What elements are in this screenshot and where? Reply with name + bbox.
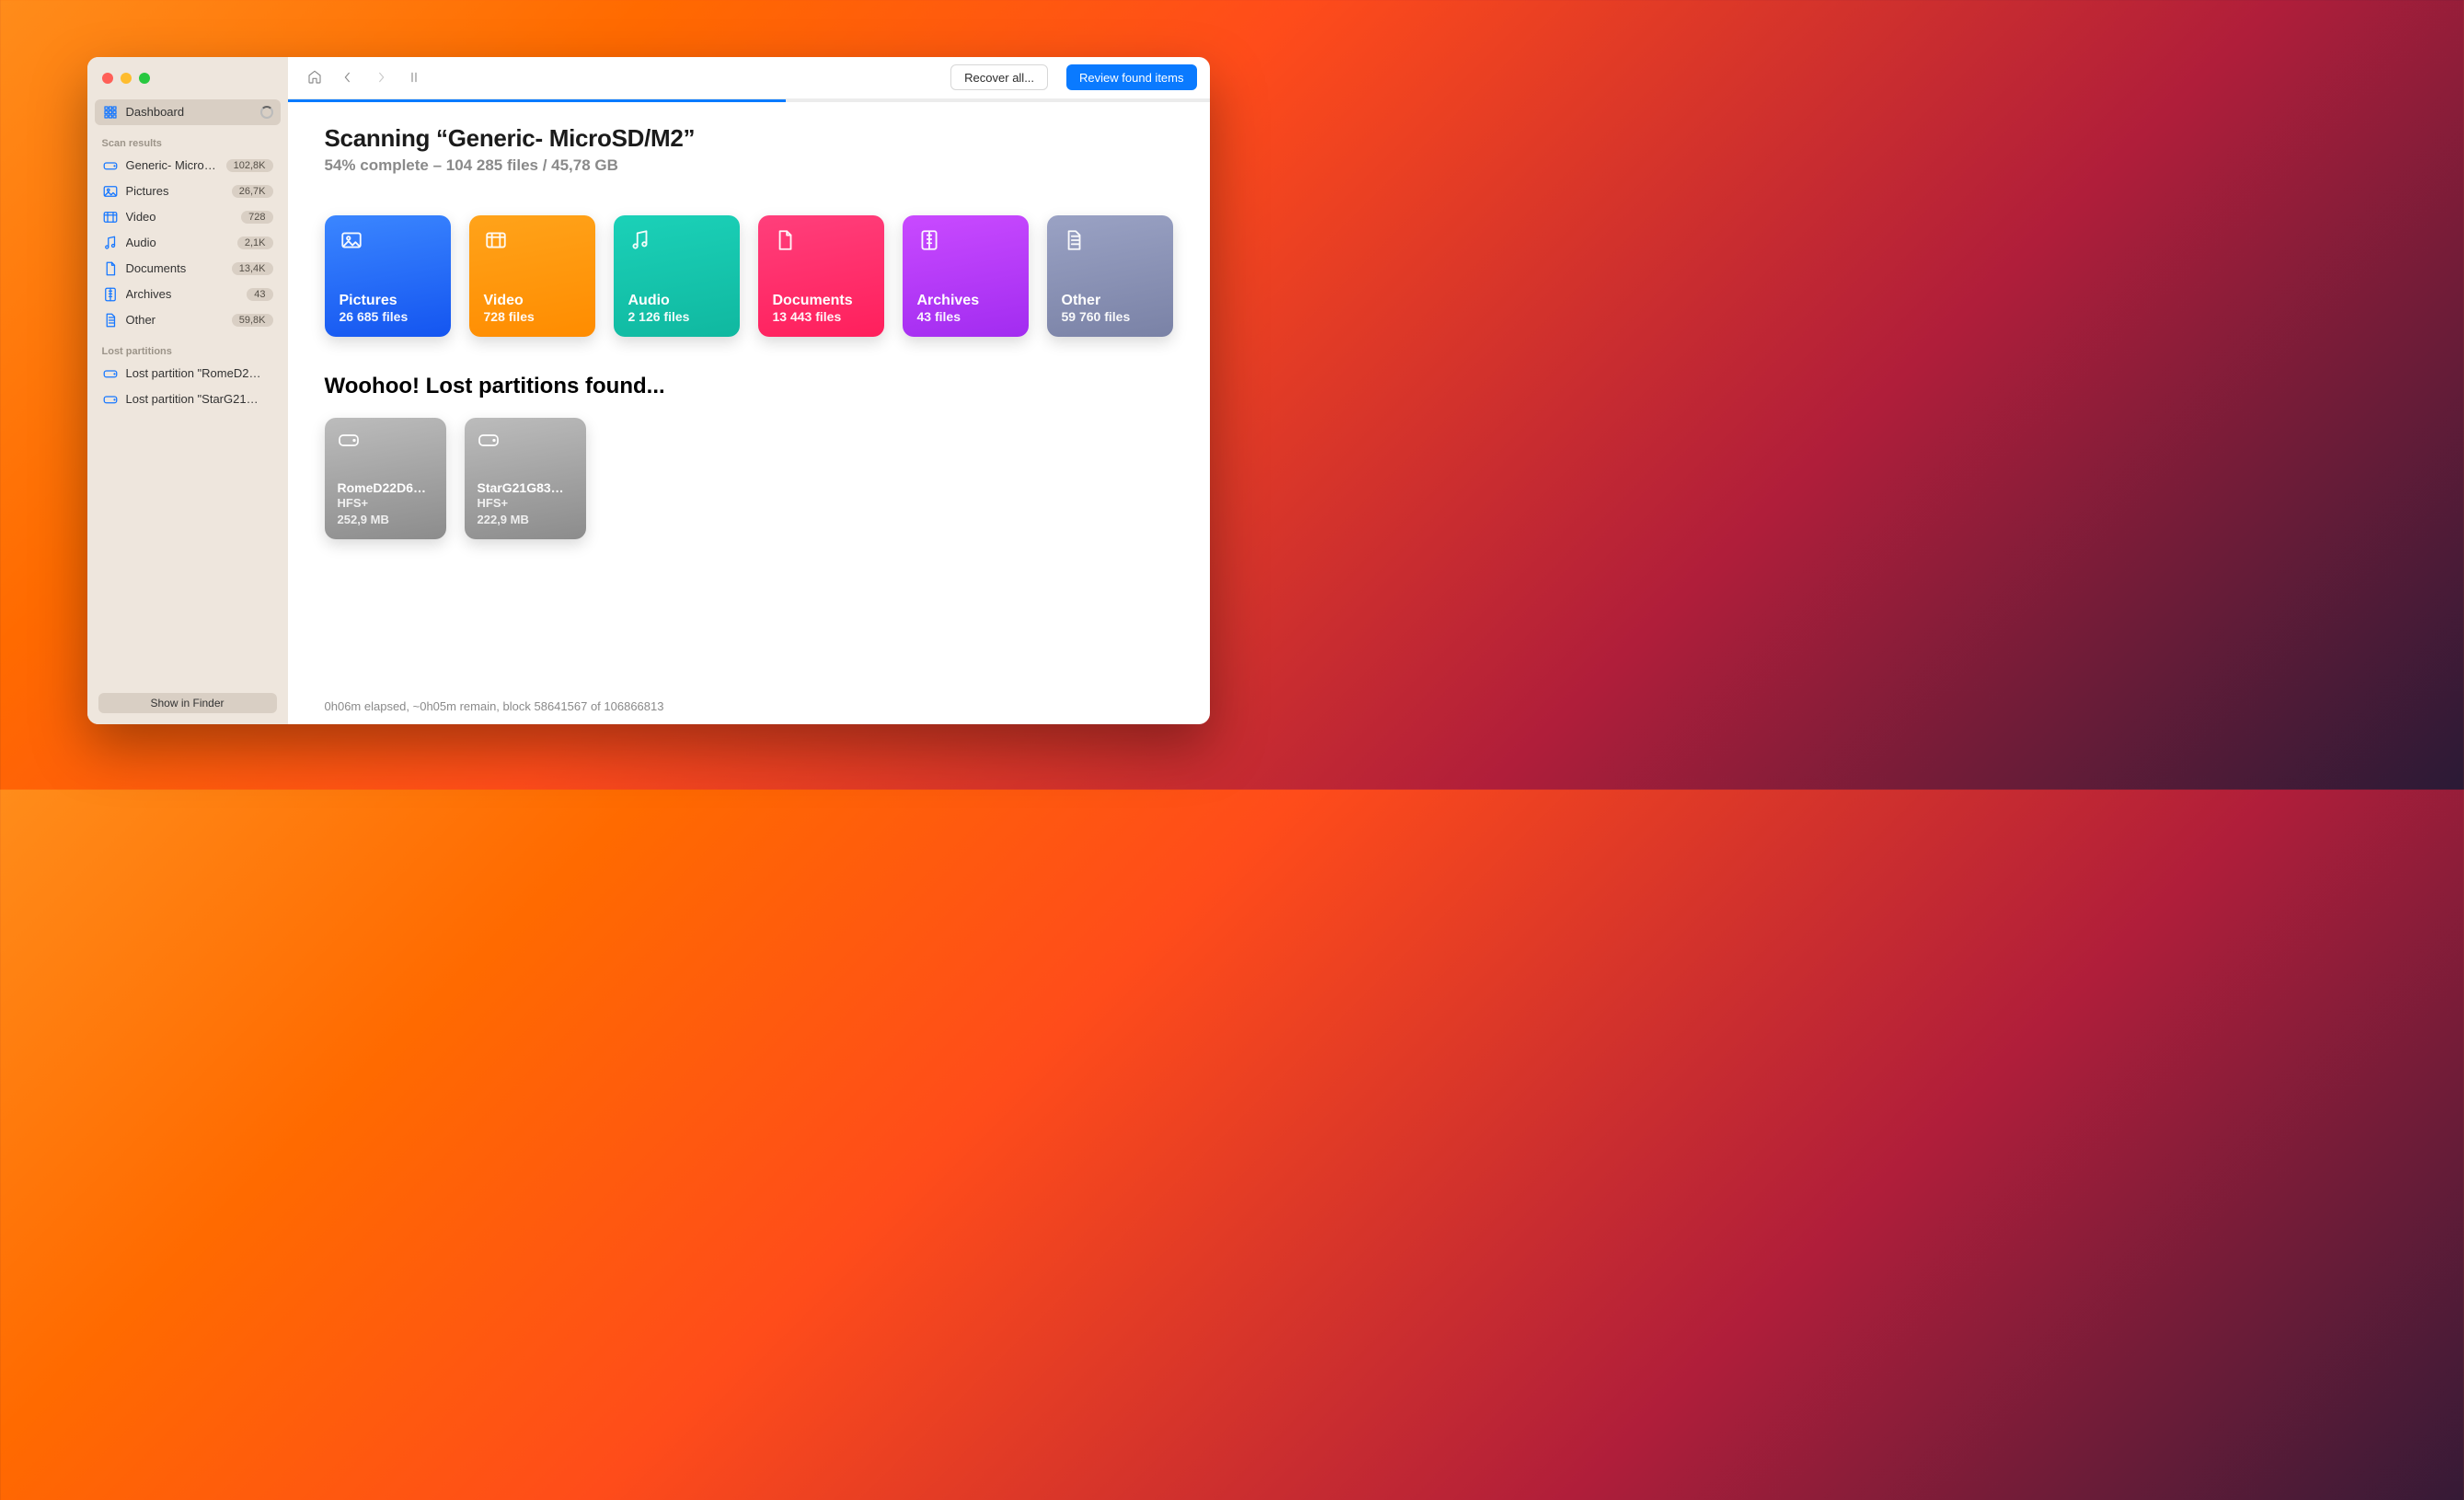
scan-progress-bar bbox=[288, 99, 1210, 102]
forward-button[interactable] bbox=[367, 64, 395, 90]
count-badge: 59,8K bbox=[232, 314, 273, 327]
sidebar-item-other[interactable]: Other 59,8K bbox=[95, 307, 281, 333]
sidebar-item-lost-partition[interactable]: Lost partition "StarG21… bbox=[95, 387, 281, 412]
scanning-spinner-icon bbox=[260, 106, 273, 119]
file-icon bbox=[1062, 228, 1086, 252]
sidebar-item-audio[interactable]: Audio 2,1K bbox=[95, 230, 281, 256]
count-badge: 728 bbox=[241, 211, 272, 224]
sidebar-item-label: Audio bbox=[126, 236, 232, 249]
sidebar-item-lost-partition[interactable]: Lost partition "RomeD2… bbox=[95, 361, 281, 387]
review-found-button[interactable]: Review found items bbox=[1066, 64, 1196, 90]
drive-icon bbox=[338, 429, 360, 451]
zip-icon bbox=[917, 228, 941, 252]
card-title: Archives bbox=[917, 293, 1014, 309]
card-count: 728 files bbox=[484, 309, 581, 324]
category-card-audio[interactable]: Audio 2 126 files bbox=[614, 215, 740, 337]
card-title: Pictures bbox=[340, 293, 436, 309]
sidebar-item-label: Generic- MicroS… bbox=[126, 158, 221, 172]
sidebar: Dashboard Scan results Generic- MicroS… … bbox=[87, 57, 288, 724]
sidebar-item-label: Dashboard bbox=[126, 105, 255, 119]
category-card-pictures[interactable]: Pictures 26 685 files bbox=[325, 215, 451, 337]
card-count: 59 760 files bbox=[1062, 309, 1158, 324]
image-icon bbox=[340, 228, 363, 252]
home-button[interactable] bbox=[301, 64, 328, 90]
doc-icon bbox=[102, 260, 119, 277]
note-icon bbox=[102, 235, 119, 251]
partition-name: RomeD22D6… bbox=[338, 480, 433, 495]
sidebar-item-archives[interactable]: Archives 43 bbox=[95, 282, 281, 307]
drive-icon bbox=[102, 365, 119, 382]
sidebar-item-documents[interactable]: Documents 13,4K bbox=[95, 256, 281, 282]
drive-icon bbox=[102, 391, 119, 408]
pause-button[interactable] bbox=[400, 64, 428, 90]
app-window: Dashboard Scan results Generic- MicroS… … bbox=[87, 57, 1210, 724]
drive-icon bbox=[478, 429, 500, 451]
zoom-window-button[interactable] bbox=[139, 73, 150, 84]
category-card-other[interactable]: Other 59 760 files bbox=[1047, 215, 1173, 337]
minimize-window-button[interactable] bbox=[121, 73, 132, 84]
sidebar-item-label: Archives bbox=[126, 287, 242, 301]
card-count: 2 126 files bbox=[628, 309, 725, 324]
sidebar-item-label: Documents bbox=[126, 261, 226, 275]
sidebar-item-label: Lost partition "RomeD2… bbox=[126, 366, 273, 380]
category-card-video[interactable]: Video 728 files bbox=[469, 215, 595, 337]
sidebar-item-video[interactable]: Video 728 bbox=[95, 204, 281, 230]
sidebar-item-label: Video bbox=[126, 210, 236, 224]
category-card-archives[interactable]: Archives 43 files bbox=[903, 215, 1029, 337]
category-card-documents[interactable]: Documents 13 443 files bbox=[758, 215, 884, 337]
sidebar-item-label: Other bbox=[126, 313, 226, 327]
note-icon bbox=[628, 228, 652, 252]
grid-icon bbox=[102, 104, 119, 121]
count-badge: 43 bbox=[247, 288, 272, 301]
main-content: Recover all... Review found items Scanni… bbox=[288, 57, 1210, 724]
back-button[interactable] bbox=[334, 64, 362, 90]
sidebar-item-pictures[interactable]: Pictures 26,7K bbox=[95, 179, 281, 204]
card-title: Other bbox=[1062, 293, 1158, 309]
partition-meta: HFS+222,9 MB bbox=[478, 495, 573, 527]
toolbar: Recover all... Review found items bbox=[288, 57, 1210, 99]
card-title: Video bbox=[484, 293, 581, 309]
card-title: Audio bbox=[628, 293, 725, 309]
video-icon bbox=[102, 209, 119, 225]
status-text: 0h06m elapsed, ~0h05m remain, block 5864… bbox=[325, 699, 664, 713]
window-controls bbox=[87, 57, 288, 99]
partition-card[interactable]: StarG21G83… HFS+222,9 MB bbox=[465, 418, 586, 539]
count-badge: 2,1K bbox=[237, 237, 273, 249]
lost-partitions-heading: Woohoo! Lost partitions found... bbox=[325, 374, 1173, 399]
lost-partitions-list: RomeD22D6… HFS+252,9 MB StarG21G83… HFS+… bbox=[325, 418, 1173, 539]
video-icon bbox=[484, 228, 508, 252]
file-icon bbox=[102, 312, 119, 329]
drive-icon bbox=[102, 157, 119, 174]
zip-icon bbox=[102, 286, 119, 303]
image-icon bbox=[102, 183, 119, 200]
category-cards: Pictures 26 685 files Video 728 files Au… bbox=[325, 215, 1173, 337]
show-in-finder-button[interactable]: Show in Finder bbox=[98, 693, 277, 713]
count-badge: 102,8K bbox=[226, 159, 273, 172]
partition-meta: HFS+252,9 MB bbox=[338, 495, 433, 527]
sidebar-item-generic-micros-[interactable]: Generic- MicroS… 102,8K bbox=[95, 153, 281, 179]
doc-icon bbox=[773, 228, 797, 252]
sidebar-item-label: Pictures bbox=[126, 184, 226, 198]
sidebar-item-dashboard[interactable]: Dashboard bbox=[95, 99, 281, 125]
sidebar-section-results: Scan results bbox=[87, 125, 288, 153]
sidebar-section-lost: Lost partitions bbox=[87, 333, 288, 361]
sidebar-item-label: Lost partition "StarG21… bbox=[126, 392, 273, 406]
card-count: 13 443 files bbox=[773, 309, 869, 324]
scan-subtitle: 54% complete – 104 285 files / 45,78 GB bbox=[325, 156, 1173, 175]
recover-all-button[interactable]: Recover all... bbox=[950, 64, 1048, 90]
partition-name: StarG21G83… bbox=[478, 480, 573, 495]
partition-card[interactable]: RomeD22D6… HFS+252,9 MB bbox=[325, 418, 446, 539]
card-count: 26 685 files bbox=[340, 309, 436, 324]
close-window-button[interactable] bbox=[102, 73, 113, 84]
card-count: 43 files bbox=[917, 309, 1014, 324]
count-badge: 26,7K bbox=[232, 185, 273, 198]
scan-title: Scanning “Generic- MicroSD/M2” bbox=[325, 124, 1173, 153]
count-badge: 13,4K bbox=[232, 262, 273, 275]
card-title: Documents bbox=[773, 293, 869, 309]
